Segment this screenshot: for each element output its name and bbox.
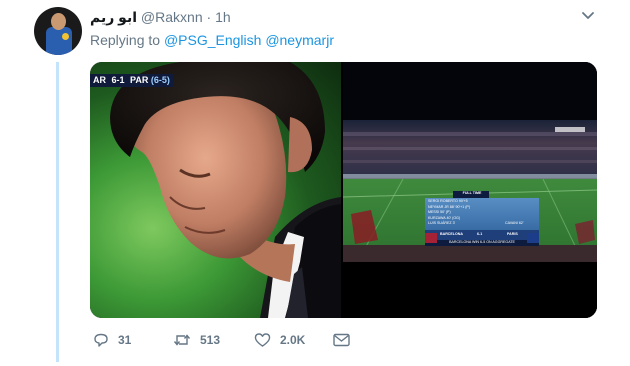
reply-count: 31 — [118, 333, 132, 347]
avatar-jersey — [46, 27, 72, 55]
coach-photo — [110, 62, 341, 318]
envelope-icon — [333, 333, 350, 347]
tweet-timestamp[interactable]: 1h — [215, 9, 231, 25]
like-count: 2.0K — [280, 333, 306, 347]
avatar-badge — [62, 33, 69, 40]
retweet-icon — [173, 334, 191, 346]
direct-message-button[interactable] — [333, 330, 359, 350]
fulltime-graphic: FULL TIME SERGI ROBERTO 90'+5 NEYMAR JR … — [425, 191, 539, 253]
stadium-photo — [343, 62, 597, 318]
tweet-media[interactable]: AR 6-1 PAR (6-5) FULL TIME SERGI ROBERTO… — [90, 62, 597, 318]
mention-link-neymar[interactable]: @neymarjr — [265, 32, 334, 48]
separator-dot: · — [206, 9, 212, 25]
score-bug-score: 6-1 — [111, 75, 125, 85]
scorers-list: SERGI ROBERTO 90'+5 NEYMAR JR 88' 90'+1 … — [428, 199, 498, 227]
user-handle[interactable]: @Rakxnn — [141, 9, 203, 25]
media-photo-left[interactable]: AR 6-1 PAR (6-5) — [90, 62, 341, 318]
mention-link-psg[interactable]: @PSG_English — [164, 32, 261, 48]
media-photo-right[interactable]: FULL TIME SERGI ROBERTO 90'+5 NEYMAR JR … — [343, 62, 597, 318]
display-name[interactable]: ابو ريم — [90, 9, 137, 25]
chevron-down-icon[interactable] — [580, 9, 596, 23]
reply-button[interactable]: 31 — [93, 330, 131, 350]
avatar-head — [51, 13, 66, 30]
tweet-header: ابو ريم @Rakxnn · 1h — [90, 8, 231, 26]
reply-thread-line — [56, 62, 59, 362]
retweet-count: 513 — [200, 333, 221, 347]
fulltime-badge: FULL TIME — [462, 191, 482, 195]
replying-to-label: Replying to — [90, 32, 161, 48]
aggregate-footer: BARCELONA WIN 6-5 ON AGGREGATE — [449, 240, 515, 244]
away-scorer: CAVANI 62' — [505, 221, 524, 225]
home-team: BARCELONA — [440, 232, 463, 236]
score-bug-aggregate: (6-5) — [150, 75, 170, 85]
away-team: PARIS — [507, 232, 518, 236]
replying-to: Replying to @PSG_English @neymarjr — [90, 31, 334, 49]
avatar[interactable] — [34, 7, 82, 55]
retweet-button[interactable]: 513 — [173, 330, 220, 350]
reply-icon — [94, 333, 108, 347]
score-bug-team1: AR — [93, 75, 106, 85]
like-button[interactable]: 2.0K — [254, 330, 305, 350]
final-score: 6-1 — [477, 232, 483, 236]
score-bug-team2: PAR — [130, 75, 149, 85]
heart-icon — [254, 333, 271, 347]
scorer-line: LUIS SUÁREZ 3' — [428, 221, 456, 225]
score-bug: AR 6-1 PAR (6-5) — [90, 74, 173, 87]
